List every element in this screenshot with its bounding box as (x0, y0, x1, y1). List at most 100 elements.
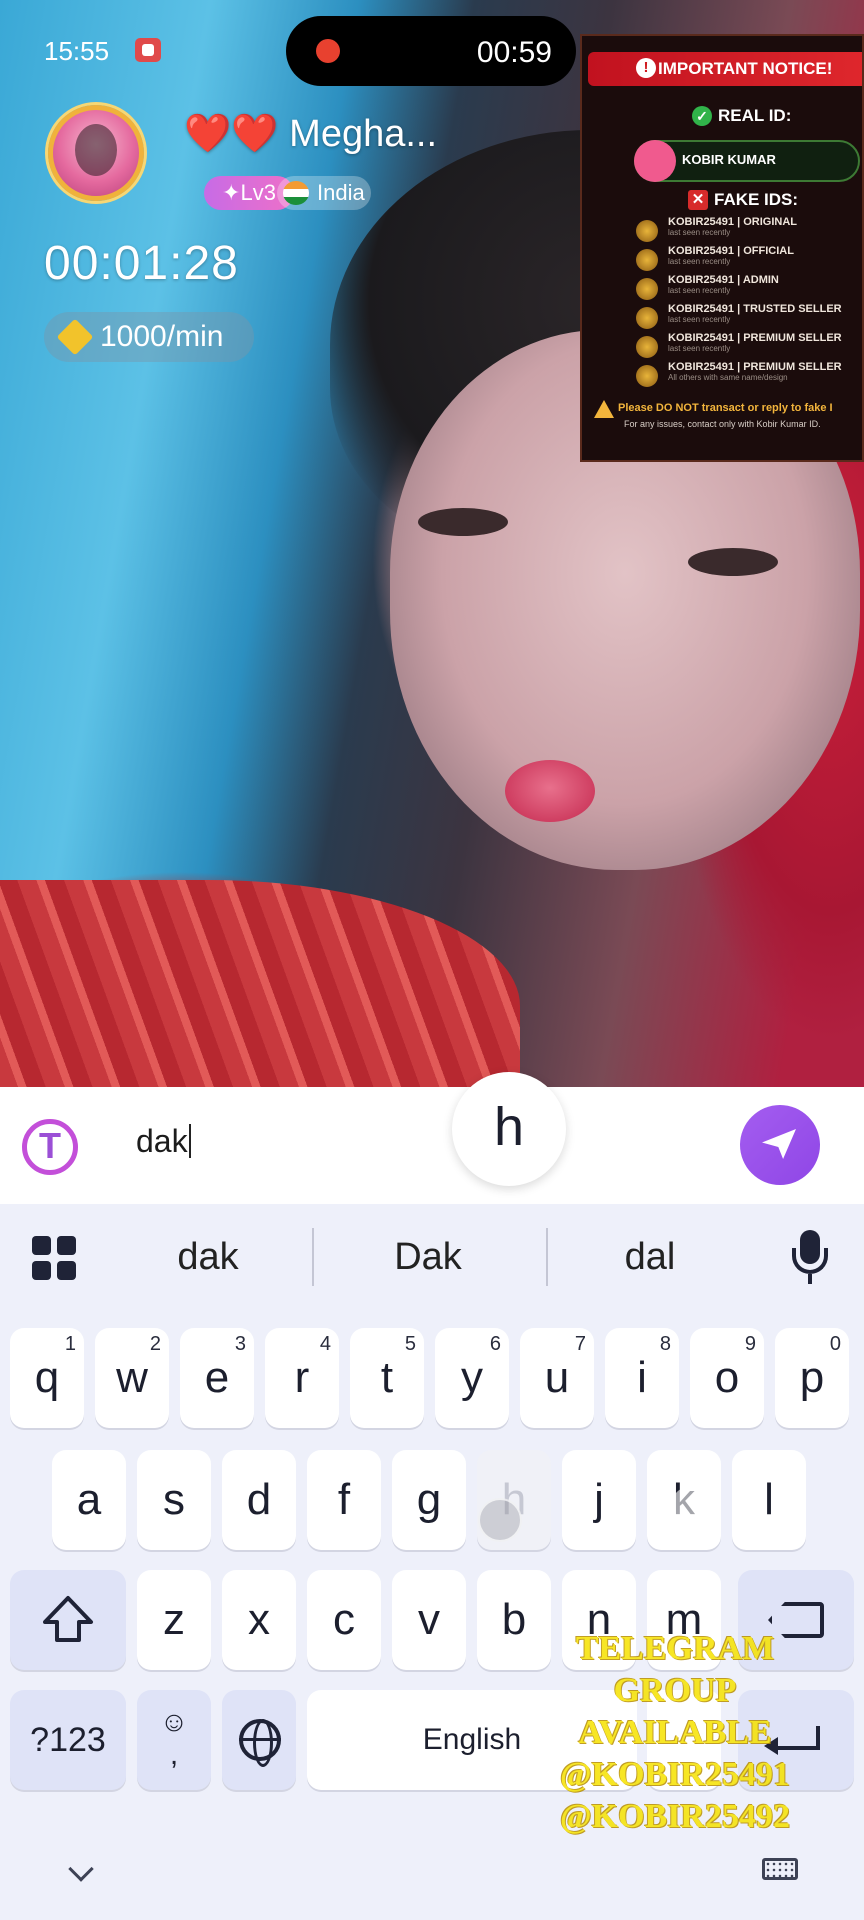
chevron-down-icon[interactable] (68, 1856, 94, 1882)
key-x[interactable]: x (222, 1570, 296, 1670)
fake-id-row: KOBIR25491 | OFFICIAL last seen recently (632, 245, 862, 274)
fake-ids-list: KOBIR25491 | ORIGINAL last seen recently… (632, 216, 862, 390)
alert-icon: ! (636, 58, 656, 78)
rate-badge: 1000/min (44, 312, 254, 362)
key-u[interactable]: u7 (520, 1328, 594, 1428)
language-key[interactable] (222, 1690, 296, 1790)
key-e[interactable]: e3 (180, 1328, 254, 1428)
touch-indicator (478, 1498, 522, 1542)
screen-record-icon (135, 38, 161, 62)
touch-indicator (670, 1486, 714, 1530)
key-s[interactable]: s (137, 1450, 211, 1550)
fake-id-status: last seen recently (668, 228, 731, 237)
message-bar: T dak (0, 1087, 864, 1204)
key-y[interactable]: y6 (435, 1328, 509, 1428)
symbols-key[interactable]: ?123 (10, 1690, 126, 1790)
check-icon: ✓ (692, 106, 712, 126)
key-d[interactable]: d (222, 1450, 296, 1550)
fake-id-coin-icon (636, 336, 658, 358)
key-q[interactable]: q1 (10, 1328, 84, 1428)
suggestion-3[interactable]: dal (560, 1236, 740, 1279)
x-icon: ✕ (688, 190, 708, 210)
fake-id-coin-icon (636, 278, 658, 300)
key-f[interactable]: f (307, 1450, 381, 1550)
suggestion-bar: dak Dak dal (0, 1204, 864, 1314)
fake-id-row: KOBIR25491 | PREMIUM SELLER last seen re… (632, 332, 862, 361)
recording-timer: 00:59 (476, 36, 552, 69)
translate-icon[interactable]: T (22, 1119, 78, 1175)
recording-pill[interactable]: 00:59 (286, 16, 576, 86)
keyboard-switch-icon[interactable] (762, 1858, 798, 1880)
india-flag-icon (283, 181, 309, 205)
notice-warning: Please DO NOT transact or reply to fake … (588, 400, 862, 418)
key-a[interactable]: a (52, 1450, 126, 1550)
notice-card: ! IMPORTANT NOTICE! ✓ REAL ID: KOBIR KUM… (580, 34, 864, 462)
key-v[interactable]: v (392, 1570, 466, 1670)
country-badge: India (277, 176, 371, 210)
watermark-overlay: TELEGRAM GROUP AVAILABLE @KOBIR25491 @KO… (530, 1628, 820, 1838)
real-id-row: KOBIR KUMAR (634, 140, 860, 182)
notice-title: IMPORTANT NOTICE! (658, 59, 833, 78)
call-timer: 00:01:28 (44, 237, 239, 290)
key-w[interactable]: w2 (95, 1328, 169, 1428)
suggestion-divider (312, 1228, 314, 1286)
send-button[interactable] (740, 1105, 820, 1185)
notice-warning-text: Please DO NOT transact or reply to fake … (618, 402, 833, 414)
key-preview-popup: h (452, 1072, 566, 1186)
key-g[interactable]: g (392, 1450, 466, 1550)
key-t[interactable]: t5 (350, 1328, 424, 1428)
shift-key[interactable] (10, 1570, 126, 1670)
status-time: 15:55 (44, 36, 110, 66)
watermark-line: @KOBIR25491 (560, 1756, 790, 1793)
shift-icon (43, 1596, 93, 1642)
fake-id-name: KOBIR25491 | ADMIN (668, 274, 779, 286)
suggestion-divider (546, 1228, 548, 1286)
fake-id-coin-icon (636, 249, 658, 271)
fake-id-name: KOBIR25491 | OFFICIAL (668, 245, 794, 257)
fake-id-coin-icon (636, 220, 658, 242)
microphone-icon[interactable] (788, 1230, 832, 1286)
fake-id-status: last seen recently (668, 344, 731, 353)
fake-id-coin-icon (636, 365, 658, 387)
fake-id-name: KOBIR25491 | PREMIUM SELLER (668, 332, 842, 344)
fake-id-status: last seen recently (668, 257, 731, 266)
key-z[interactable]: z (137, 1570, 211, 1670)
suggestion-1[interactable]: dak (118, 1236, 298, 1279)
real-id-label: ✓ REAL ID: (692, 106, 791, 126)
text-caret (188, 1124, 191, 1158)
notice-contact: For any issues, contact only with Kobir … (624, 419, 821, 429)
key-o[interactable]: o9 (690, 1328, 764, 1428)
suggestion-2[interactable]: Dak (338, 1236, 518, 1279)
fake-id-row: KOBIR25491 | ADMIN last seen recently (632, 274, 862, 303)
key-c[interactable]: c (307, 1570, 381, 1670)
fake-id-row: KOBIR25491 | TRUSTED SELLER last seen re… (632, 303, 862, 332)
message-input[interactable]: dak (136, 1123, 191, 1160)
host-name[interactable]: ❤️❤️ Megha... (184, 112, 437, 156)
message-input-text: dak (136, 1123, 188, 1159)
fake-ids-text: FAKE IDS: (714, 190, 799, 209)
watermark-line: @KOBIR25492 (560, 1798, 790, 1835)
country-label: India (317, 180, 365, 205)
video-lips (505, 760, 595, 822)
real-id-avatar (634, 140, 676, 182)
notice-header: ! IMPORTANT NOTICE! (588, 52, 862, 86)
record-dot-icon (316, 39, 340, 63)
globe-icon (239, 1719, 281, 1767)
fake-id-status: last seen recently (668, 315, 731, 324)
key-r[interactable]: r4 (265, 1328, 339, 1428)
warning-icon (594, 400, 614, 418)
fake-ids-label: ✕ FAKE IDS: (688, 190, 798, 210)
host-avatar[interactable] (48, 105, 144, 201)
fake-id-name: KOBIR25491 | ORIGINAL (668, 216, 797, 228)
key-l[interactable]: l (732, 1450, 806, 1550)
fake-id-row: KOBIR25491 | ORIGINAL last seen recently (632, 216, 862, 245)
key-p[interactable]: p0 (775, 1328, 849, 1428)
key-j[interactable]: j (562, 1450, 636, 1550)
video-saree (0, 880, 520, 1087)
video-eye-right (688, 548, 778, 576)
apps-grid-icon[interactable] (32, 1236, 76, 1280)
fake-id-status: All others with same name/design (668, 373, 788, 382)
video-eye-left (418, 508, 508, 536)
emoji-comma-key[interactable]: ☺ , (137, 1690, 211, 1790)
key-i[interactable]: i8 (605, 1328, 679, 1428)
